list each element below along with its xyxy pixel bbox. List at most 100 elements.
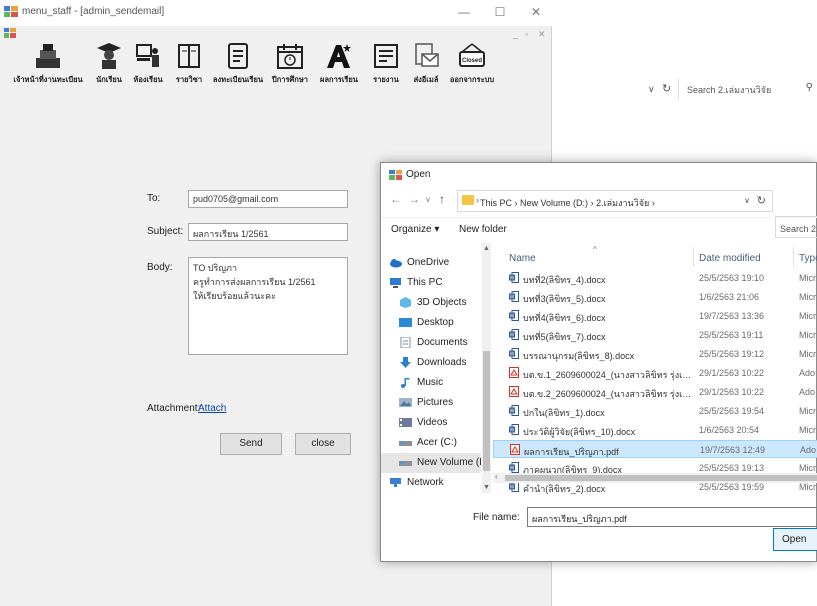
- nav-item-label: Desktop: [417, 317, 454, 328]
- file-type: Micr: [799, 330, 816, 340]
- nav-item-videos[interactable]: Videos: [381, 413, 481, 433]
- toolbar-send-email[interactable]: ส่งอีเมล์: [406, 42, 446, 86]
- chevron-right-icon: ›: [476, 195, 479, 205]
- maximize-button[interactable]: ☐: [491, 5, 509, 19]
- file-row[interactable]: W บทที่5(ลิขิทร_7).docx 25/5/2563 19:11 Mic…: [493, 326, 817, 344]
- svg-text:W: W: [510, 276, 515, 282]
- subject-field[interactable]: ผลการเรียน 1/2561: [188, 223, 348, 241]
- scroll-thumb[interactable]: [505, 475, 817, 481]
- column-header-name[interactable]: Name: [509, 253, 536, 264]
- file-row[interactable]: W บทที่4(ลิขิทร_6).docx 19/7/2563 13:36 Mic…: [493, 307, 817, 325]
- dialog-title: Open: [406, 169, 431, 180]
- organize-menu[interactable]: Organize ▾: [391, 224, 439, 235]
- file-date: 25/5/2563 19:54: [699, 406, 765, 416]
- chevron-down-icon[interactable]: ∨: [648, 84, 655, 95]
- refresh-icon[interactable]: ↻: [757, 194, 766, 207]
- word-file-icon: W: [509, 329, 519, 340]
- file-name-input[interactable]: ผลการเรียน_ปริญภา.pdf: [527, 507, 817, 527]
- toolbar-grades[interactable]: ผลการเรียน: [313, 42, 365, 86]
- column-header-date[interactable]: Date modified: [699, 253, 761, 264]
- mdi-restore-icon[interactable]: ▫: [525, 29, 528, 39]
- nav-item-documents[interactable]: Documents: [381, 333, 481, 353]
- breadcrumb-research-folder[interactable]: 2.เล่มงานวิจัย: [596, 198, 649, 208]
- nav-item-label: Documents: [417, 337, 468, 348]
- attachment-label: Attachment:: [147, 403, 201, 414]
- body-textarea[interactable]: TO ปริญภา ครูทำการส่งผลการเรียน 1/2561 ใ…: [188, 257, 348, 355]
- close-window-button[interactable]: ✕: [527, 5, 545, 19]
- toolbar-classroom[interactable]: ห้องเรียน: [128, 42, 168, 86]
- send-button[interactable]: Send: [220, 433, 282, 455]
- toolbar-staff[interactable]: เจ้าหน้าที่งานทะเบียน: [4, 42, 92, 86]
- open-dialog: Open ← → ∨ ↑ › This PC › New Volume (D:)…: [380, 162, 817, 562]
- to-field[interactable]: pud0705@gmail.com: [188, 190, 348, 208]
- file-row[interactable]: บต.ข.1_2609600024_(นางสาวลิขิทร รุ่งเจริ…: [493, 364, 817, 382]
- nav-item-label: Music: [417, 377, 444, 388]
- body-line: TO ปริญภา: [193, 263, 238, 273]
- open-button[interactable]: Open: [773, 528, 817, 551]
- up-arrow-icon[interactable]: ↑: [439, 192, 445, 206]
- drive-icon: [399, 457, 412, 468]
- refresh-icon[interactable]: ↻: [662, 82, 671, 95]
- new-folder-button[interactable]: New folder: [459, 224, 507, 235]
- app-title: menu_staff - [admin_sendemail]: [22, 6, 165, 17]
- nav-item-network[interactable]: Network: [381, 473, 481, 493]
- toolbar-registration[interactable]: ลงทะเบียนเรียน: [210, 42, 266, 86]
- mdi-minimize-icon[interactable]: _: [513, 29, 518, 39]
- nav-item-3d-objects[interactable]: 3D Objects: [381, 293, 481, 313]
- attach-link[interactable]: Attach: [198, 403, 226, 414]
- nav-item-label: 3D Objects: [417, 297, 467, 308]
- file-row[interactable]: W บทที่2(ลิขิทร_4).docx 25/5/2563 19:10 Mic…: [493, 269, 817, 287]
- chevron-down-icon[interactable]: ∨: [744, 196, 750, 205]
- forward-arrow-icon[interactable]: →: [408, 192, 420, 206]
- file-row[interactable]: ผลการเรียน_ปริญภา.pdf 19/7/2563 12:49 Ado: [493, 440, 817, 458]
- column-separator[interactable]: [793, 247, 794, 267]
- nav-scrollbar[interactable]: ▲ ▼: [482, 243, 491, 493]
- file-row[interactable]: W บรรณานุกรม(ลิขิทร_8).docx 25/5/2563 19:1…: [493, 345, 817, 363]
- toolbar-academic-year[interactable]: ปีการศึกษา: [268, 42, 312, 86]
- network-icon: [389, 477, 402, 488]
- toolbar-logout[interactable]: Closed ออกจากระบบ: [446, 42, 498, 86]
- nav-item-downloads[interactable]: Downloads: [381, 353, 481, 373]
- scroll-left-icon[interactable]: ‹: [495, 472, 498, 481]
- breadcrumb-volume-d[interactable]: New Volume (D:): [520, 198, 588, 208]
- recent-dropdown-icon[interactable]: ∨: [425, 195, 431, 204]
- nav-item-this-pc[interactable]: This PC: [381, 273, 481, 293]
- file-date: 25/5/2563 19:13: [699, 463, 765, 473]
- file-date: 25/5/2563 19:12: [699, 349, 765, 359]
- scroll-thumb[interactable]: [483, 351, 490, 471]
- word-file-icon: W: [509, 405, 519, 416]
- navigation-pane: OneDrive This PC 3D Objects Desktop Document…: [381, 243, 493, 493]
- breadcrumb-this-pc[interactable]: This PC: [480, 198, 512, 208]
- toolbar-subject[interactable]: รายวิชา: [171, 42, 207, 86]
- file-row[interactable]: บต.ข.2_2609600024_(นางสาวลิขิทร รุ่งเจริ…: [493, 383, 817, 401]
- horizontal-scrollbar[interactable]: ‹: [493, 472, 817, 483]
- nav-item-label: Network: [407, 477, 444, 488]
- file-row[interactable]: W บทที่3(ลิขิทร_5).docx 1/6/2563 21:06 Micr: [493, 288, 817, 306]
- minimize-button[interactable]: —: [455, 5, 473, 19]
- nav-item-desktop[interactable]: Desktop: [381, 313, 481, 333]
- body-line: ครูทำการส่งผลการเรียน 1/2561: [193, 277, 316, 287]
- file-row[interactable]: W ปกใน(ลิขิทร_1).docx 25/5/2563 19:54 Micr: [493, 402, 817, 420]
- file-row[interactable]: W ประวัติผู้วิจัย(ลิขิทร_10).docx 1/6/2563…: [493, 421, 817, 439]
- address-bar[interactable]: › This PC › New Volume (D:) › 2.เล่มงานว…: [457, 190, 773, 212]
- column-header-type[interactable]: Type: [799, 253, 817, 264]
- toolbar-report[interactable]: รายงาน: [368, 42, 404, 86]
- close-button[interactable]: close: [295, 433, 351, 455]
- nav-item-pictures[interactable]: Pictures: [381, 393, 481, 413]
- registration-form-icon: [228, 43, 248, 69]
- file-name: บทที่2(ลิขิทร_4).docx: [523, 275, 606, 285]
- scroll-up-icon[interactable]: ▲: [483, 245, 490, 252]
- nav-item-music[interactable]: Music: [381, 373, 481, 393]
- file-date: 25/5/2563 19:10: [699, 273, 765, 283]
- column-separator[interactable]: [693, 247, 694, 267]
- file-name: บต.ข.1_2609600024_(นางสาวลิขิทร รุ่งเจริ…: [523, 370, 695, 380]
- toolbar-student[interactable]: นักเรียน: [93, 42, 125, 86]
- nav-item-new-volume-d[interactable]: New Volume (D:: [381, 453, 481, 473]
- back-arrow-icon[interactable]: ←: [390, 192, 402, 206]
- documents-folder-icon: [399, 336, 412, 349]
- explorer-search-input[interactable]: Search 2.เล่มงานวิจัย ⚲: [678, 79, 817, 99]
- mdi-close-icon[interactable]: ✕: [538, 29, 546, 40]
- nav-item-acer-c[interactable]: Acer (C:): [381, 433, 481, 453]
- scroll-down-icon[interactable]: ▼: [483, 484, 490, 491]
- nav-item-onedrive[interactable]: OneDrive: [381, 253, 481, 273]
